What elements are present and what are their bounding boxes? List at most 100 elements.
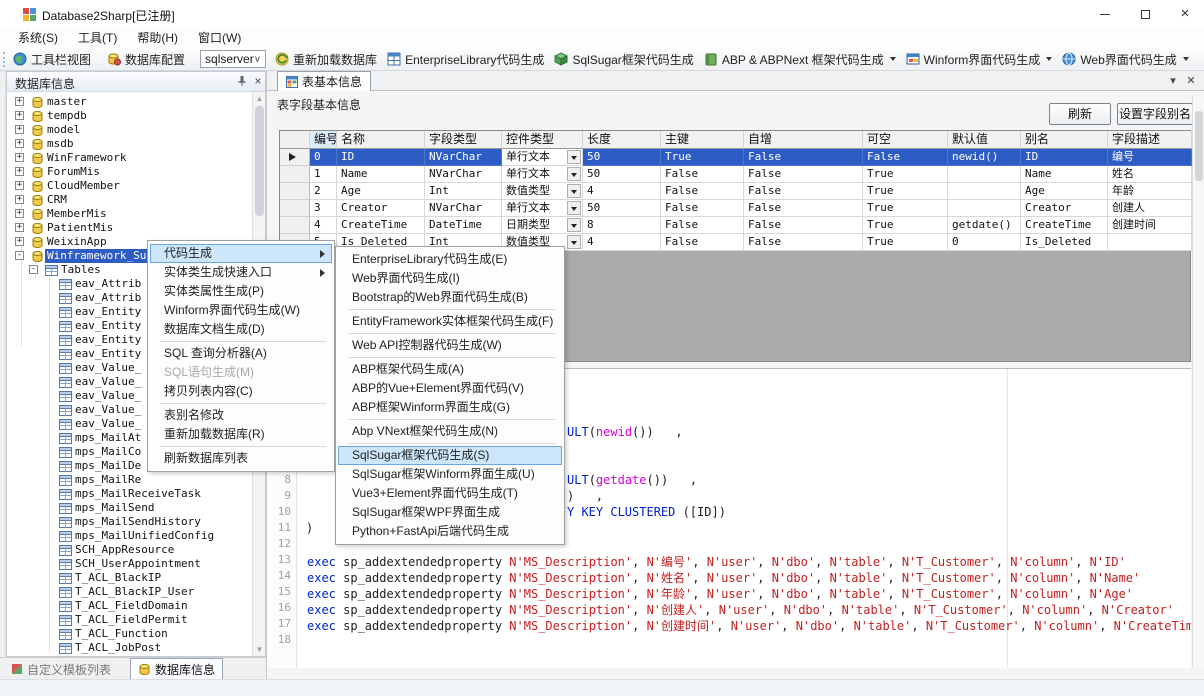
grid-cell[interactable]: False bbox=[661, 217, 744, 234]
submenu-item-9[interactable]: Abp VNext框架代码生成(N) bbox=[338, 422, 562, 441]
tree-item[interactable]: T_ACL_Function bbox=[7, 627, 253, 641]
submenu-item-2[interactable]: Web界面代码生成(I) bbox=[338, 269, 562, 288]
row-header[interactable] bbox=[280, 217, 310, 234]
toolbar-dbconfig-button[interactable]: 数据库配置 bbox=[102, 49, 190, 70]
tree-item[interactable]: T_ACL_JobPost bbox=[7, 641, 253, 655]
submenu-item-4[interactable]: EntityFramework实体框架代码生成(F) bbox=[338, 312, 562, 331]
row-header[interactable] bbox=[280, 183, 310, 200]
tree-item[interactable]: T_ACL_BlackIP_User bbox=[7, 585, 253, 599]
grid-cell[interactable]: False bbox=[744, 217, 863, 234]
grid-cell[interactable]: 0 bbox=[310, 149, 337, 166]
grid-column-header[interactable]: 别名 bbox=[1021, 131, 1108, 149]
tree-item[interactable]: +msdb bbox=[7, 137, 253, 151]
tree-item[interactable]: mps_MailRe bbox=[7, 473, 253, 487]
grid-cell[interactable] bbox=[948, 183, 1021, 200]
grid-cell[interactable]: False bbox=[661, 166, 744, 183]
menubar-item-1[interactable]: 系统(S) bbox=[8, 28, 68, 48]
tree-item[interactable]: +tempdb bbox=[7, 109, 253, 123]
tab-table-basic-info[interactable]: 表基本信息 bbox=[277, 71, 371, 91]
grid-cell[interactable]: 年龄 bbox=[1108, 183, 1192, 200]
context-menu-item-10[interactable]: 重新加载数据库(R) bbox=[150, 425, 332, 444]
grid-cell[interactable]: Creator bbox=[1021, 200, 1108, 217]
grid-column-header[interactable]: 编号 bbox=[310, 131, 337, 149]
expand-icon[interactable]: + bbox=[15, 223, 24, 232]
tree-item[interactable]: +CRM bbox=[7, 193, 253, 207]
tree-item[interactable]: mps_MailReceiveTask bbox=[7, 487, 253, 501]
grid-cell[interactable]: ID bbox=[1021, 149, 1108, 166]
maximize-button[interactable] bbox=[1128, 0, 1162, 28]
grid-cell[interactable]: True bbox=[863, 166, 948, 183]
tree-item[interactable]: +master bbox=[7, 95, 253, 109]
toolbar-reload-button[interactable]: 重新加载数据库 bbox=[270, 49, 382, 70]
toolbar-web-button[interactable]: Web界面代码生成 bbox=[1057, 49, 1193, 70]
grid-column-header[interactable]: 自增 bbox=[744, 131, 863, 149]
grid-cell[interactable]: 4 bbox=[310, 217, 337, 234]
grid-cell[interactable]: getdate() bbox=[948, 217, 1021, 234]
control-type-combobox[interactable]: 单行文本 bbox=[502, 149, 583, 166]
grid-cell[interactable]: False bbox=[661, 183, 744, 200]
grid-cell[interactable]: CreateTime bbox=[337, 217, 425, 234]
toolbar-winform-button[interactable]: Winform界面代码生成 bbox=[901, 49, 1058, 70]
grid-cell[interactable]: True bbox=[863, 234, 948, 251]
combobox-dropdown-button[interactable] bbox=[567, 184, 581, 198]
submenu-item-7[interactable]: ABP的Vue+Element界面代码(V) bbox=[338, 379, 562, 398]
grid-column-header[interactable]: 长度 bbox=[583, 131, 661, 149]
control-type-combobox[interactable]: 单行文本 bbox=[502, 200, 583, 217]
grid-column-header[interactable]: 字段类型 bbox=[425, 131, 502, 149]
submenu-item-5[interactable]: Web API控制器代码生成(W) bbox=[338, 336, 562, 355]
grid-cell[interactable]: 50 bbox=[583, 166, 661, 183]
submenu-item-12[interactable]: Vue3+Element界面代码生成(T) bbox=[338, 484, 562, 503]
close-button[interactable]: × bbox=[1168, 0, 1202, 28]
panel-menu-chevron-icon[interactable]: ▾ bbox=[1165, 73, 1181, 89]
grid-cell[interactable]: CreateTime bbox=[1021, 217, 1108, 234]
grid-cell[interactable]: NVarChar bbox=[425, 200, 502, 217]
submenu-item-14[interactable]: Python+FastApi后端代码生成 bbox=[338, 522, 562, 541]
tree-item[interactable]: T_ACL_FieldDomain bbox=[7, 599, 253, 613]
grid-cell[interactable]: 50 bbox=[583, 149, 661, 166]
control-type-combobox[interactable]: 日期类型 bbox=[502, 217, 583, 234]
context-menu-item-11[interactable]: 刷新数据库列表 bbox=[150, 449, 332, 468]
grid-column-header[interactable]: 可空 bbox=[863, 131, 948, 149]
grid-column-header[interactable]: 默认值 bbox=[948, 131, 1021, 149]
control-type-combobox[interactable]: 单行文本 bbox=[502, 166, 583, 183]
toolbar-view-button[interactable]: 工具栏视图 bbox=[8, 49, 96, 70]
database-type-combobox[interactable]: sqlserver ∨ bbox=[200, 50, 266, 68]
grid-cell[interactable]: Is_Deleted bbox=[1021, 234, 1108, 251]
grid-column-header[interactable]: 主键 bbox=[661, 131, 744, 149]
grid-cell[interactable]: newid() bbox=[948, 149, 1021, 166]
set-field-alias-button[interactable]: 设置字段别名 bbox=[1117, 103, 1193, 125]
grid-cell[interactable]: NVarChar bbox=[425, 166, 502, 183]
grid-cell[interactable]: 1 bbox=[310, 166, 337, 183]
tree-item[interactable]: mps_MailUnifiedConfig bbox=[7, 529, 253, 543]
toolbar-enterpriselibrary-button[interactable]: EnterpriseLibrary代码生成 bbox=[382, 49, 549, 70]
toolbar-exit-button[interactable]: 退出 bbox=[1200, 49, 1204, 70]
context-menu-item-4[interactable]: Winform界面代码生成(W) bbox=[150, 301, 332, 320]
collapse-icon[interactable]: - bbox=[15, 251, 24, 260]
combobox-dropdown-button[interactable] bbox=[567, 218, 581, 232]
expand-icon[interactable]: + bbox=[15, 237, 24, 246]
grid-cell[interactable]: NVarChar bbox=[425, 149, 502, 166]
expand-icon[interactable]: + bbox=[15, 111, 24, 120]
grid-cell[interactable]: Int bbox=[425, 183, 502, 200]
refresh-button[interactable]: 刷新 bbox=[1049, 103, 1111, 125]
tree-item[interactable]: mps_MailSendHistory bbox=[7, 515, 253, 529]
grid-cell[interactable]: True bbox=[863, 217, 948, 234]
grid-cell[interactable] bbox=[948, 166, 1021, 183]
grid-cell[interactable]: 编号 bbox=[1108, 149, 1192, 166]
toolbar-abp-button[interactable]: ABP & ABPNext 框架代码生成 bbox=[699, 49, 901, 70]
tree-item[interactable]: +PatientMis bbox=[7, 221, 253, 235]
menubar-item-3[interactable]: 帮助(H) bbox=[127, 28, 188, 48]
tree-item[interactable]: T_ACL_FieldPermit bbox=[7, 613, 253, 627]
grid-cell[interactable]: 姓名 bbox=[1108, 166, 1192, 183]
expand-icon[interactable]: + bbox=[15, 153, 24, 162]
row-header[interactable] bbox=[280, 149, 310, 166]
submenu-item-1[interactable]: EnterpriseLibrary代码生成(E) bbox=[338, 250, 562, 269]
context-menu-item-6[interactable]: SQL 查询分析器(A) bbox=[150, 344, 332, 363]
grid-cell[interactable]: False bbox=[744, 166, 863, 183]
tree-item[interactable]: +MemberMis bbox=[7, 207, 253, 221]
grid-cell[interactable]: 8 bbox=[583, 217, 661, 234]
context-menu-item-3[interactable]: 实体类属性生成(P) bbox=[150, 282, 332, 301]
grid-column-header[interactable]: 控件类型 bbox=[502, 131, 583, 149]
combobox-dropdown-button[interactable] bbox=[567, 235, 581, 249]
grid-cell[interactable] bbox=[948, 200, 1021, 217]
